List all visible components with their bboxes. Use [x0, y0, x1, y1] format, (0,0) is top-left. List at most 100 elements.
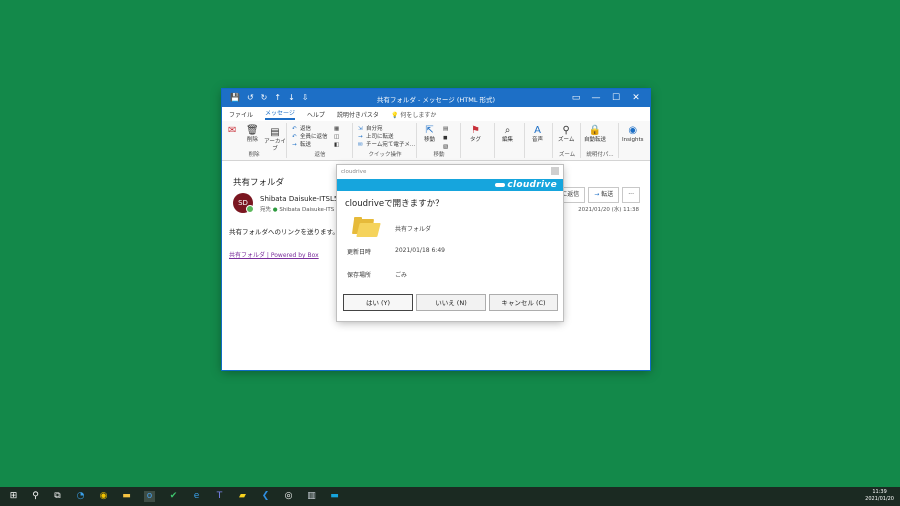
reply-all-button[interactable]: ↶ 全員に返信: [292, 133, 328, 141]
cloudrive-icon[interactable]: ▬: [329, 491, 340, 502]
group-label-respond: 返信: [314, 152, 326, 158]
dialog-close-button[interactable]: [551, 167, 559, 175]
immersive-group: 🔒 自動転送 説明付パ...: [582, 123, 619, 158]
tell-me-box[interactable]: 💡 何をしますか: [391, 110, 436, 119]
group-label-delete: 削除: [248, 152, 260, 158]
quick-step-team-email[interactable]: ✉ チーム宛て電子メ...: [358, 141, 415, 149]
folder-icon: [351, 217, 381, 237]
task-view-icon[interactable]: ⧉: [52, 491, 63, 502]
shared-folder-link[interactable]: 共有フォルダ | Powered by Box: [229, 250, 319, 259]
start-icon[interactable]: ⊞: [8, 491, 19, 502]
meeting-icon[interactable]: ▦: [334, 125, 339, 133]
recipient-name[interactable]: Shibata Daisuke-ITS: [279, 207, 334, 213]
cancel-button[interactable]: キャンセル (C): [489, 294, 558, 311]
search-icon: ⌕: [504, 125, 511, 136]
outlook-icon[interactable]: o: [144, 491, 155, 502]
group-label-move: 移動: [433, 152, 445, 158]
sticky-notes-icon[interactable]: ▰: [237, 491, 248, 502]
close-button[interactable]: ✕: [626, 91, 646, 105]
ribbon-display-icon[interactable]: ▭: [566, 91, 586, 105]
quick-step-to-manager[interactable]: → 上司に転送: [358, 133, 394, 141]
ignore-icon: ✉: [228, 125, 237, 136]
title-bar: 💾 ↺ ↻ ↑ ↓ ⇩ 共有フォルダ - メッセージ (HTML 形式) ▭ —…: [222, 89, 650, 107]
chrome-icon[interactable]: ◉: [98, 491, 109, 502]
edit-group: ⌕ 編集: [496, 123, 525, 158]
cloudrive-banner: cloudrive: [337, 179, 563, 191]
tell-me-label: 何をしますか: [400, 111, 437, 119]
rules-icon[interactable]: ▤: [443, 125, 448, 133]
no-button[interactable]: いいえ (N): [416, 294, 486, 311]
avatar: SD: [233, 193, 254, 213]
message-subject: 共有フォルダ: [233, 178, 285, 188]
system-clock[interactable]: 11:39 2021/01/20: [865, 489, 894, 503]
ribbon-tabs: ファイル メッセージ ヘルプ 説明付きパスタ 💡 何をしますか: [222, 107, 650, 121]
app2-icon[interactable]: ▥: [306, 491, 317, 502]
tags-group: ⚑ タグ: [462, 123, 495, 158]
reply-icon: ↶: [292, 126, 297, 132]
taskbar: ⊞ ⚲ ⧉ ◔ ◉ ▬ o ✔ e T ▰ ❮ ◎ ▥ ▬ 11:39 2021…: [0, 487, 900, 506]
respond-group: ↶ 返信 ↶ 全員に返信 → 転送 ▦ ◫ ◧ 返信: [288, 123, 353, 158]
maximize-button[interactable]: ☐: [606, 91, 626, 105]
dialog-title-bar: cloudrive: [337, 165, 563, 179]
cloudrive-dialog: cloudrive cloudrive cloudriveで開きますか？ 共有フ…: [337, 165, 563, 321]
ribbon: ✉ 🗑 削除 ▤ アーカイブ 削除 ↶ 返信 ↶ 全員に返信 → 転送 ▦ ◫ ◧ 返信 …: [222, 121, 650, 161]
insights-group: ◉ Insights: [620, 123, 648, 158]
check-icon[interactable]: ✔: [168, 491, 179, 502]
speech-group: A 音声: [526, 123, 553, 158]
edit-button[interactable]: ⌕ 編集: [502, 125, 513, 144]
modified-label: 更新日時: [347, 249, 372, 256]
group-label-zoom: ズーム: [558, 152, 576, 158]
tab-help[interactable]: ヘルプ: [307, 110, 325, 119]
more-actions-button[interactable]: ···: [622, 187, 640, 203]
zoom-button[interactable]: ⚲ ズーム: [558, 125, 574, 144]
speech-button[interactable]: A 音声: [532, 125, 543, 144]
quick-step-to-self[interactable]: ⇲ 自分宛: [358, 125, 383, 133]
folder-arrow-icon: ⇲: [358, 126, 363, 132]
dialog-window-title: cloudrive: [341, 169, 367, 175]
arrow-icon: →: [358, 134, 363, 140]
reply-button[interactable]: ↶ 返信: [292, 125, 311, 133]
message-date: 2021/01/20 (水) 11:38: [578, 207, 639, 213]
ignore-button[interactable]: ✉: [228, 125, 236, 137]
delete-button[interactable]: 🗑 削除: [246, 125, 259, 144]
onenote-icon[interactable]: ◼: [443, 134, 448, 142]
delete-group: ✉ 🗑 削除 ▤ アーカイブ 削除: [222, 123, 287, 158]
dialog-question: cloudriveで開きますか？: [345, 199, 444, 209]
file-explorer-icon[interactable]: ▬: [121, 491, 132, 502]
app-icon[interactable]: ◎: [283, 491, 294, 502]
move-icon: ⇱: [425, 125, 434, 136]
search-icon[interactable]: ⚲: [30, 491, 41, 502]
lightbulb-icon: 💡: [390, 111, 399, 119]
more-respond-icon[interactable]: ◧: [334, 141, 339, 149]
insights-icon: ◉: [628, 125, 638, 136]
insights-button[interactable]: ◉ Insights: [622, 125, 644, 144]
ie-icon[interactable]: e: [191, 491, 202, 502]
vscode-icon[interactable]: ❮: [260, 491, 271, 502]
tags-button[interactable]: ⚑ タグ: [470, 125, 481, 144]
message-body: 共有フォルダへのリンクを送ります。: [229, 228, 339, 236]
forward-button[interactable]: → 転送: [588, 187, 620, 203]
im-icon[interactable]: ◫: [334, 133, 339, 141]
tab-message[interactable]: メッセージ: [265, 108, 295, 120]
to-label: 宛先: [260, 207, 272, 213]
modified-value: 2021/01/18 6:49: [395, 247, 445, 254]
presence-dot-icon: ●: [272, 207, 278, 213]
edge-icon[interactable]: ◔: [75, 491, 86, 502]
yes-button[interactable]: はい (Y): [343, 294, 413, 311]
move-button[interactable]: ⇱ 移動: [424, 125, 435, 144]
archive-icon: ▤: [270, 127, 280, 138]
presence-icon: [246, 205, 254, 213]
forward-button[interactable]: → 転送: [292, 141, 311, 149]
trash-icon: 🗑: [246, 125, 259, 136]
minimize-button[interactable]: —: [586, 91, 606, 105]
cloud-icon: [495, 182, 506, 187]
teams-icon[interactable]: T: [214, 491, 225, 502]
auto-forward-button[interactable]: 🔒 自動転送: [584, 125, 606, 144]
tab-file[interactable]: ファイル: [229, 110, 253, 119]
flag-icon: ⚑: [471, 125, 480, 136]
item-name: 共有フォルダ: [395, 226, 432, 233]
sender-name[interactable]: Shibata Daisuke-ITSL5: [260, 195, 338, 203]
tab-immersive[interactable]: 説明付きパスタ: [337, 110, 379, 119]
reply-all-icon: ↶: [292, 134, 297, 140]
magnifier-icon: ⚲: [562, 125, 570, 136]
